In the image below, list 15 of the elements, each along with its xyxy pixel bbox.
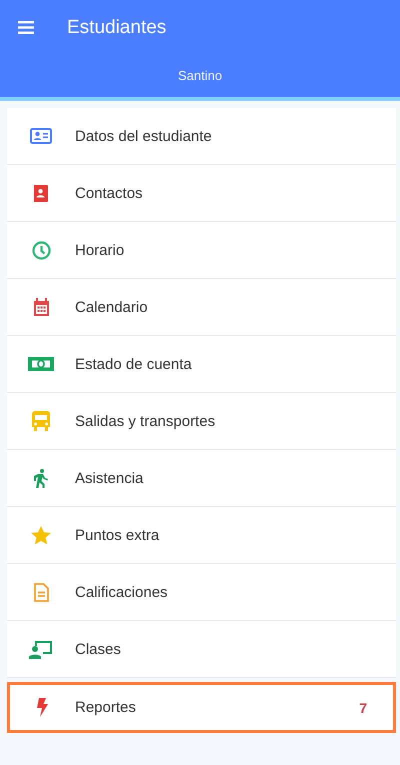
menu-item[interactable]: Asistencia	[7, 450, 396, 507]
menu-item[interactable]: Horario	[7, 222, 396, 279]
menu-item[interactable]: Datos del estudiante	[7, 108, 396, 165]
menu-item[interactable]: Calendario	[7, 279, 396, 336]
app-title: Estudiantes	[67, 16, 166, 38]
menu-item[interactable]: Estado de cuenta	[7, 336, 396, 393]
menu-item[interactable]: Clases	[7, 621, 396, 678]
menu-item[interactable]: Contactos	[7, 165, 396, 222]
menu-icon[interactable]	[18, 21, 34, 34]
menu-item[interactable]: Salidas y transportes	[7, 393, 396, 450]
menu-item[interactable]: Calificaciones	[7, 564, 396, 621]
student-name: Santino	[178, 68, 222, 83]
report-count: 7	[359, 700, 367, 716]
menu-item[interactable]: Puntos extra	[7, 507, 396, 564]
menu-item[interactable]: Reportes 7	[7, 682, 396, 733]
